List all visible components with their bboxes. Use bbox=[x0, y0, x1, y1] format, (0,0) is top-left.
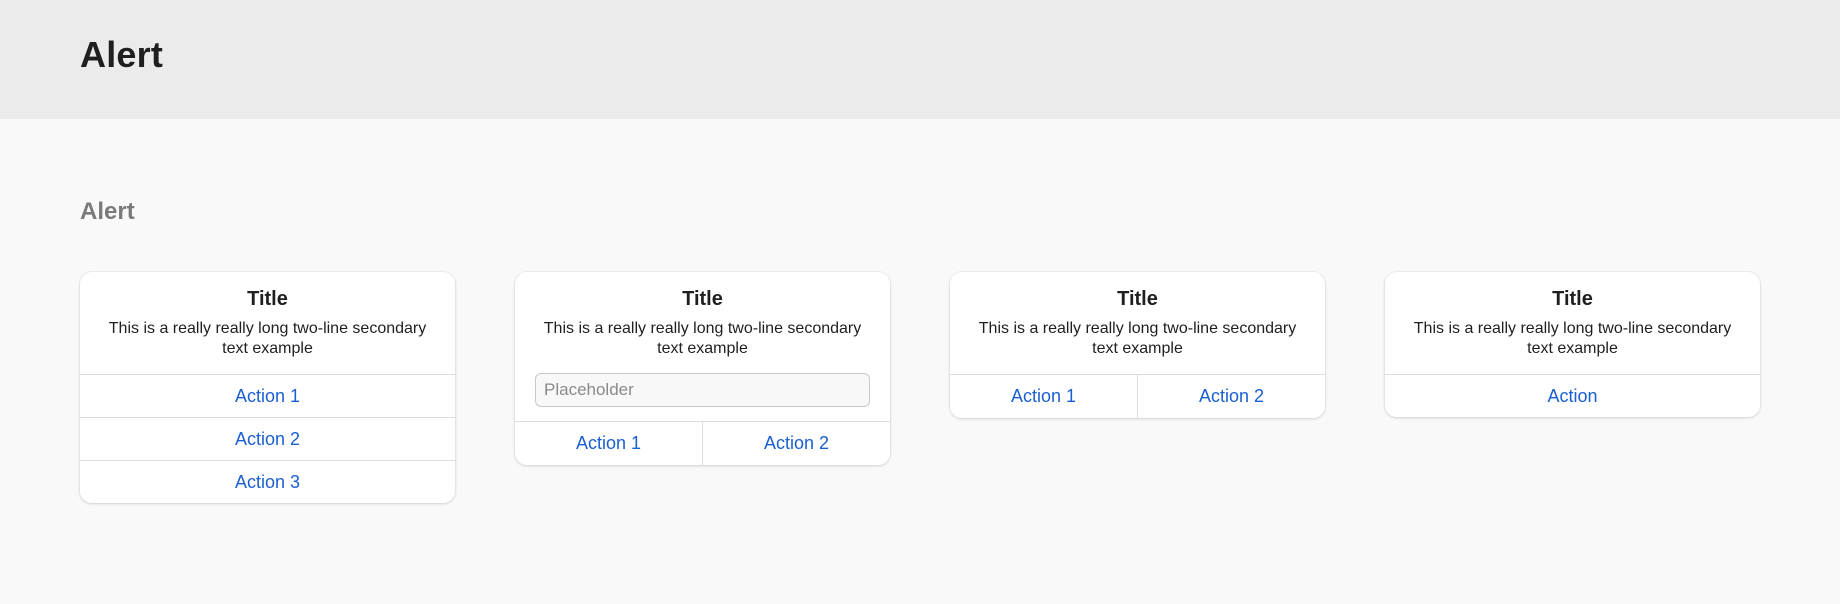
alert-title: Title bbox=[1552, 288, 1593, 310]
action-2-button[interactable]: Action 2 bbox=[702, 422, 890, 465]
action-1-button[interactable]: Action 1 bbox=[80, 374, 455, 417]
action-2-button[interactable]: Action 2 bbox=[80, 417, 455, 460]
alert-title: Title bbox=[247, 288, 288, 310]
alert-message: This is a really really long two-line se… bbox=[108, 320, 427, 357]
alert-text-input[interactable] bbox=[535, 373, 870, 407]
action-2-button[interactable]: Action 2 bbox=[1137, 375, 1325, 418]
alert-action-list: Action 1 Action 2 Action 3 bbox=[80, 374, 455, 503]
alert-stacked-actions: Title This is a really really long two-l… bbox=[80, 272, 455, 503]
alert-action-row: Action 1 Action 2 bbox=[515, 421, 890, 465]
action-button[interactable]: Action bbox=[1385, 374, 1760, 417]
alert-body: Title This is a really really long two-l… bbox=[950, 272, 1325, 374]
alert-input-wrap bbox=[535, 373, 870, 407]
alert-with-input: Title This is a really really long two-l… bbox=[515, 272, 890, 465]
page-title: Alert bbox=[80, 34, 164, 75]
alert-single-action: Title This is a really really long two-l… bbox=[1385, 272, 1760, 417]
section-title: Alert bbox=[80, 198, 135, 225]
alert-body: Title This is a really really long two-l… bbox=[1385, 272, 1760, 374]
alert-title: Title bbox=[682, 288, 723, 310]
alert-two-actions: Title This is a really really long two-l… bbox=[950, 272, 1325, 418]
page-header: Alert bbox=[0, 0, 1840, 119]
alert-body: Title This is a really really long two-l… bbox=[80, 272, 455, 374]
alert-action-list: Action bbox=[1385, 374, 1760, 417]
alert-action-row: Action 1 Action 2 bbox=[950, 374, 1325, 418]
action-1-button[interactable]: Action 1 bbox=[950, 375, 1137, 418]
alert-message: This is a really really long two-line se… bbox=[1413, 320, 1732, 357]
alert-message: This is a really really long two-line se… bbox=[978, 320, 1297, 357]
alert-body: Title This is a really really long two-l… bbox=[515, 272, 890, 421]
alert-title: Title bbox=[1117, 288, 1158, 310]
alerts-row: Title This is a really really long two-l… bbox=[80, 272, 1760, 503]
action-1-button[interactable]: Action 1 bbox=[515, 422, 702, 465]
action-3-button[interactable]: Action 3 bbox=[80, 460, 455, 503]
alert-message: This is a really really long two-line se… bbox=[543, 320, 862, 357]
